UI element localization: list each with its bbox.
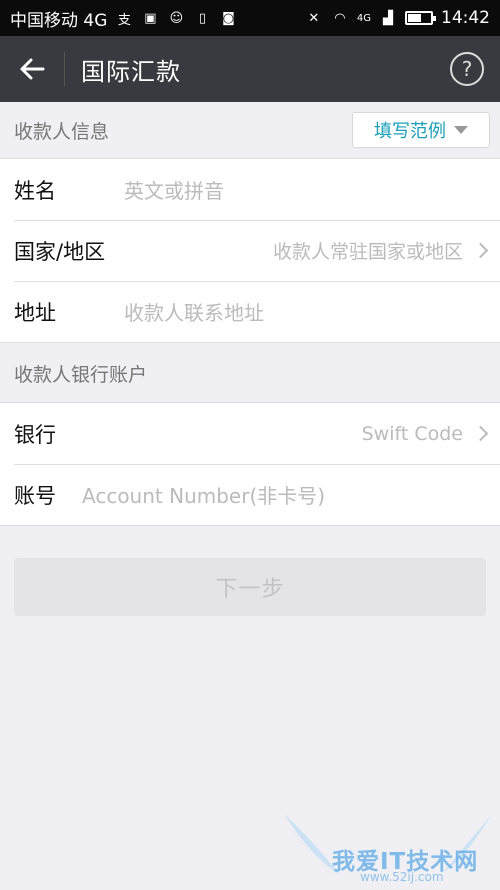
country-placeholder: 收款人常驻国家或地区: [272, 241, 463, 263]
address-label: 地址: [14, 300, 56, 325]
bank-section-header: 收款人银行账户: [0, 345, 500, 402]
title-divider: [64, 52, 65, 86]
bank-form: 银行 Swift Code 账号 Account Number(非卡号): [0, 402, 500, 526]
carrier-label: 中国移动 4G: [10, 10, 108, 31]
app-icon: ◙: [222, 10, 235, 26]
status-right: ✕ ◠ 4G ▟ 14:42: [305, 8, 490, 28]
battery-level: [408, 14, 422, 22]
address-row[interactable]: 地址 收款人联系地址: [0, 281, 500, 342]
wifi-icon: ◠: [334, 10, 346, 26]
swift-code-placeholder: Swift Code: [361, 422, 463, 445]
recipient-form: 姓名 英文或拼音 国家/地区 收款人常驻国家或地区 地址 收款人联系地址: [0, 158, 500, 343]
watermark: 我爱IT技术网 www.52ij.com: [280, 808, 495, 886]
name-input[interactable]: 英文或拼音: [124, 175, 224, 204]
fill-example-label: 填写范例: [374, 121, 446, 142]
caret-down-icon: [454, 126, 468, 134]
bank-selector[interactable]: Swift Code: [362, 423, 500, 445]
face-icon: ☺: [169, 10, 184, 26]
address-input[interactable]: 收款人联系地址: [124, 297, 264, 326]
fill-example-button[interactable]: 填写范例: [352, 112, 490, 148]
name-label: 姓名: [14, 178, 56, 203]
battery-icon: [405, 11, 436, 25]
help-icon: ?: [450, 52, 484, 86]
help-button[interactable]: ?: [434, 36, 500, 102]
recipient-section-title: 收款人信息: [14, 120, 110, 143]
country-selector[interactable]: 收款人常驻国家或地区: [273, 237, 500, 264]
title-bar: 国际汇款 ?: [0, 36, 500, 102]
bank-label: 银行: [14, 422, 56, 447]
page-title: 国际汇款: [81, 57, 181, 86]
bank-section-title: 收款人银行账户: [14, 364, 148, 386]
status-left: 中国移动 4G 支 ▣ ☺ ▯ ◙: [10, 6, 237, 31]
bank-row[interactable]: 银行 Swift Code: [0, 403, 500, 464]
chevron-right-icon: [472, 242, 489, 259]
back-button[interactable]: [0, 36, 64, 102]
account-input[interactable]: Account Number(非卡号): [82, 480, 325, 509]
mute-icon: ✕: [308, 10, 320, 26]
back-arrow-icon: [20, 58, 45, 80]
notification-icon: 支: [117, 12, 131, 28]
watermark-url: www.52ij.com: [360, 870, 444, 884]
account-label: 账号: [14, 483, 56, 508]
network-type-label: 4G: [356, 12, 371, 24]
recipient-section-header: 收款人信息 填写范例: [0, 102, 500, 158]
phone-icon: ▯: [198, 10, 206, 26]
country-label: 国家/地区: [14, 239, 106, 264]
status-bar: 中国移动 4G 支 ▣ ☺ ▯ ◙ ✕ ◠ 4G ▟ 14:42: [0, 0, 500, 36]
account-row[interactable]: 账号 Account Number(非卡号): [0, 464, 500, 525]
signal-icon: ▟: [383, 10, 393, 26]
clock: 14:42: [441, 8, 490, 28]
image-icon: ▣: [144, 10, 157, 26]
country-row[interactable]: 国家/地区 收款人常驻国家或地区: [0, 220, 500, 281]
chevron-right-icon: [472, 425, 489, 442]
name-row[interactable]: 姓名 英文或拼音: [0, 159, 500, 220]
next-step-button[interactable]: 下一步: [14, 558, 486, 616]
